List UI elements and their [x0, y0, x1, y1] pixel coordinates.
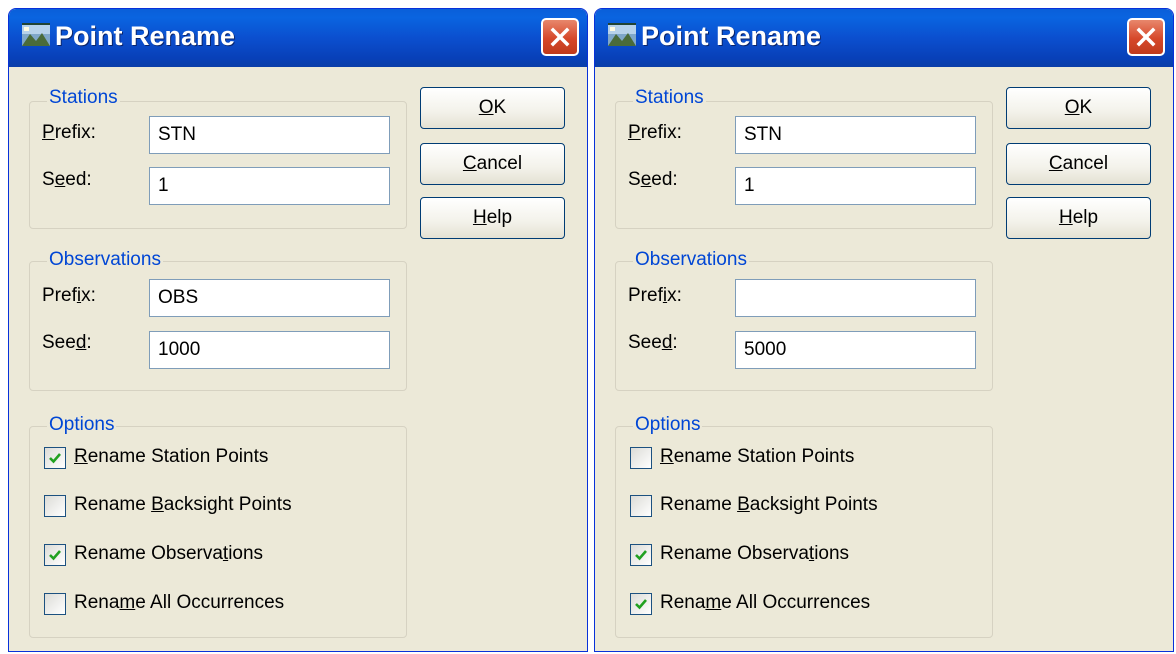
observations-prefix-input[interactable] [735, 279, 976, 317]
rename-backsight-points-label[interactable]: Rename Backsight Points [660, 494, 878, 516]
ok-button[interactable]: OK [1006, 87, 1151, 129]
rename-station-points-label[interactable]: Rename Station Points [660, 446, 854, 468]
stations-group-label: Stations [633, 87, 706, 109]
observations-seed-label: Seed: [42, 332, 92, 353]
observations-seed-input[interactable] [735, 331, 976, 369]
help-button[interactable]: Help [1006, 197, 1151, 239]
stations-prefix-label: Prefix: [42, 122, 96, 143]
dialog-title: Point Rename [641, 21, 822, 51]
stations-prefix-label: Prefix: [628, 122, 682, 143]
app-icon [607, 21, 637, 51]
cancel-button[interactable]: Cancel [420, 143, 565, 185]
rename-backsight-points-label[interactable]: Rename Backsight Points [74, 494, 292, 516]
cancel-button[interactable]: Cancel [1006, 143, 1151, 185]
point-rename-dialog: Point Rename Stations Prefix: Seed: Obse… [594, 8, 1174, 652]
stations-prefix-input[interactable] [735, 116, 976, 154]
options-group-label: Options [633, 414, 703, 436]
observations-seed-label: Seed: [628, 332, 678, 353]
stations-group-label: Stations [47, 87, 120, 109]
options-group-label: Options [47, 414, 117, 436]
rename-station-points-label[interactable]: Rename Station Points [74, 446, 268, 468]
help-button[interactable]: Help [420, 197, 565, 239]
point-rename-dialog: Point Rename Stations Prefix: Seed: Obse… [8, 8, 588, 652]
title-bar[interactable]: Point Rename [9, 9, 587, 67]
rename-station-points-checkbox[interactable] [44, 447, 66, 469]
rename-observations-label[interactable]: Rename Observations [74, 543, 263, 565]
stations-seed-label: Seed: [628, 169, 678, 190]
observations-prefix-input[interactable] [149, 279, 390, 317]
rename-backsight-points-checkbox[interactable] [630, 495, 652, 517]
rename-all-occurrences-checkbox[interactable] [44, 593, 66, 615]
dialog-title: Point Rename [55, 21, 236, 51]
title-bar[interactable]: Point Rename [595, 9, 1173, 67]
rename-observations-checkbox[interactable] [630, 544, 652, 566]
ok-button[interactable]: OK [420, 87, 565, 129]
rename-station-points-checkbox[interactable] [630, 447, 652, 469]
observations-seed-input[interactable] [149, 331, 390, 369]
rename-observations-checkbox[interactable] [44, 544, 66, 566]
stations-seed-input[interactable] [149, 167, 390, 205]
close-button[interactable] [1127, 18, 1165, 56]
rename-all-occurrences-checkbox[interactable] [630, 593, 652, 615]
rename-all-occurrences-label[interactable]: Rename All Occurrences [74, 592, 284, 614]
stations-seed-input[interactable] [735, 167, 976, 205]
stations-prefix-input[interactable] [149, 116, 390, 154]
observations-prefix-label: Prefix: [628, 285, 682, 306]
observations-group-label: Observations [633, 249, 749, 271]
observations-group-label: Observations [47, 249, 163, 271]
close-button[interactable] [541, 18, 579, 56]
rename-backsight-points-checkbox[interactable] [44, 495, 66, 517]
stations-seed-label: Seed: [42, 169, 92, 190]
app-icon [21, 21, 51, 51]
rename-observations-label[interactable]: Rename Observations [660, 543, 849, 565]
rename-all-occurrences-label[interactable]: Rename All Occurrences [660, 592, 870, 614]
observations-prefix-label: Prefix: [42, 285, 96, 306]
